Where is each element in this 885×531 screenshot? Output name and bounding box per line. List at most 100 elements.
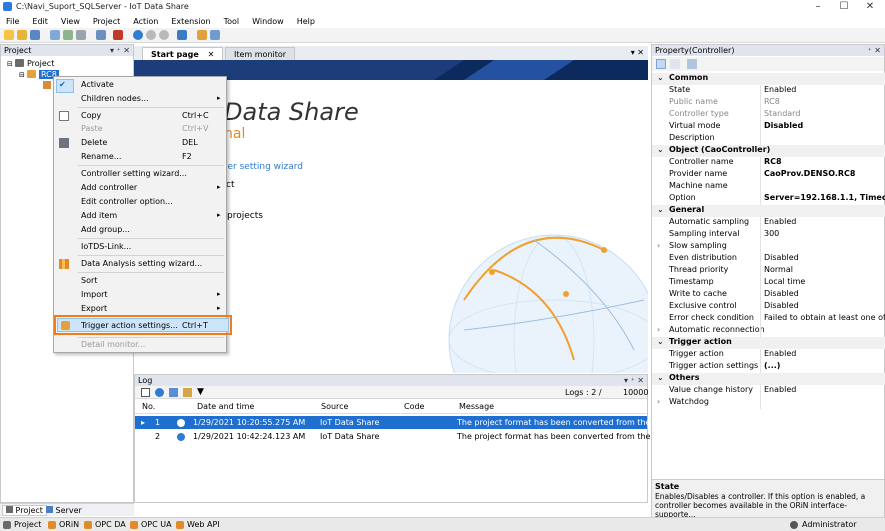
property-value[interactable]: Disabled	[764, 301, 799, 310]
status-orin[interactable]: ORiN	[59, 520, 79, 529]
tab-item-monitor[interactable]: Item monitor	[225, 47, 296, 60]
expand-icon[interactable]: ›	[657, 397, 660, 406]
property-value[interactable]: 300	[764, 229, 779, 238]
menu-project[interactable]: Project	[93, 17, 120, 26]
property-row[interactable]: › Automatic reconnection	[652, 325, 885, 337]
toolbox-icon[interactable]	[113, 30, 123, 40]
menu-item-add-controller[interactable]: Add controller	[81, 183, 137, 192]
collapse-icon[interactable]: ⊟	[19, 71, 25, 79]
col-no[interactable]: No.	[142, 401, 155, 413]
property-pages-icon[interactable]	[687, 59, 697, 69]
expand-icon[interactable]: ›	[657, 241, 660, 250]
property-value[interactable]: Disabled	[764, 253, 799, 262]
wizard-icon[interactable]	[197, 30, 207, 40]
menu-item-rename[interactable]: Rename...	[81, 152, 121, 161]
menu-item-copy[interactable]: Copy	[81, 111, 101, 120]
open-folder-icon[interactable]	[17, 30, 27, 40]
table-row[interactable]: 2 1/29/2021 10:42:24.123 AM IoT Data Sha…	[135, 430, 670, 443]
property-row[interactable]: Write to cache Disabled	[652, 289, 885, 301]
delete-icon[interactable]	[76, 30, 86, 40]
menu-edit[interactable]: Edit	[32, 17, 48, 26]
menu-item-iotds-link[interactable]: IoTDS-Link...	[81, 242, 131, 251]
property-value[interactable]: RC8	[764, 157, 782, 166]
status-opc-ua[interactable]: OPC UA	[141, 520, 172, 529]
property-value[interactable]: Failed to obtain at least one of ite	[764, 313, 885, 322]
log-pane-controls[interactable]: ▾ ⁺ ✕	[624, 375, 644, 386]
property-row[interactable]: Thread priority Normal	[652, 265, 885, 277]
property-category[interactable]: ⌄ Common	[652, 73, 885, 85]
menu-window[interactable]: Window	[252, 17, 284, 26]
menu-item-data-analysis-wizard[interactable]: Data Analysis setting wizard...	[81, 259, 202, 268]
property-value[interactable]: Disabled	[764, 121, 803, 130]
property-row[interactable]: Even distribution Disabled	[652, 253, 885, 265]
category-collapse-icon[interactable]: ⌄	[657, 205, 664, 214]
menu-extension[interactable]: Extension	[171, 17, 210, 26]
minimize-button[interactable]: –	[808, 1, 828, 12]
col-code[interactable]: Code	[404, 401, 424, 413]
property-row[interactable]: Description	[652, 133, 885, 145]
menu-help[interactable]: Help	[297, 17, 315, 26]
property-row[interactable]: Public name RC8	[652, 97, 885, 109]
property-row[interactable]: Machine name	[652, 181, 885, 193]
category-collapse-icon[interactable]: ⌄	[657, 73, 664, 82]
property-row[interactable]: Timestamp Local time	[652, 277, 885, 289]
pause-icon[interactable]	[146, 30, 156, 40]
menu-file[interactable]: File	[6, 17, 19, 26]
alphabetical-icon[interactable]	[670, 59, 680, 69]
property-category[interactable]: ⌄ Trigger action	[652, 337, 885, 349]
menu-item-export[interactable]: Export	[81, 304, 107, 313]
log-view-icon[interactable]	[141, 388, 150, 397]
property-row[interactable]: Trigger action Enabled	[652, 349, 885, 361]
menu-item-delete[interactable]: Delete	[81, 138, 107, 147]
property-value[interactable]: Server=192.168.1.1, Timeout=	[764, 193, 885, 202]
log-save-icon[interactable]	[169, 388, 178, 397]
menu-action[interactable]: Action	[133, 17, 158, 26]
tree-node-project[interactable]: ⊟ Project	[7, 59, 54, 68]
property-row[interactable]: Exclusive control Disabled	[652, 301, 885, 313]
col-source[interactable]: Source	[321, 401, 348, 413]
save-icon[interactable]	[30, 30, 40, 40]
property-value[interactable]: Normal	[764, 265, 793, 274]
property-row[interactable]: Controller name RC8	[652, 157, 885, 169]
start-text-project[interactable]: ct	[226, 180, 234, 190]
tab-close-icon[interactable]: ✕	[208, 50, 215, 59]
property-category[interactable]: ⌄ Others	[652, 373, 885, 385]
property-row[interactable]: Sampling interval 300	[652, 229, 885, 241]
property-category[interactable]: ⌄ General	[652, 205, 885, 217]
property-value[interactable]: Enabled	[764, 85, 796, 94]
property-value[interactable]: RC8	[764, 97, 780, 106]
property-row[interactable]: › Slow sampling	[652, 241, 885, 253]
menu-item-controller-setting-wizard[interactable]: Controller setting wizard...	[81, 169, 187, 178]
menu-item-edit-controller-option[interactable]: Edit controller option...	[81, 197, 173, 206]
menu-item-sort[interactable]: Sort	[81, 276, 97, 285]
close-button[interactable]: ✕	[860, 1, 880, 12]
property-row[interactable]: Value change history Enabled	[652, 385, 885, 397]
category-collapse-icon[interactable]: ⌄	[657, 373, 664, 382]
monitor-icon[interactable]	[177, 30, 187, 40]
property-value[interactable]: Enabled	[764, 349, 796, 358]
tab-project-bottom[interactable]: Project	[2, 505, 47, 516]
property-row[interactable]: › Watchdog	[652, 397, 885, 409]
category-collapse-icon[interactable]: ⌄	[657, 337, 664, 346]
collapse-icon[interactable]: ⊟	[7, 60, 13, 68]
stop-icon[interactable]	[159, 30, 169, 40]
new-project-icon[interactable]	[4, 30, 14, 40]
tab-server-bottom[interactable]: Server	[46, 506, 82, 515]
menu-item-activate[interactable]: Activate	[81, 80, 114, 89]
property-row[interactable]: State Enabled	[652, 85, 885, 97]
property-value[interactable]: CaoProv.DENSO.RC8	[764, 169, 856, 178]
property-row[interactable]: Error check condition Failed to obtain at…	[652, 313, 885, 325]
menu-item-import[interactable]: Import	[81, 290, 108, 299]
property-value[interactable]: Disabled	[764, 289, 799, 298]
tab-controls[interactable]: ▾ ✕	[631, 48, 644, 57]
col-message[interactable]: Message	[459, 401, 494, 413]
menu-item-trigger-action-settings[interactable]: Trigger action settings...	[81, 321, 178, 330]
property-row[interactable]: Controller type Standard	[652, 109, 885, 121]
expand-icon[interactable]: ›	[657, 325, 660, 334]
property-value[interactable]: Enabled	[764, 385, 796, 394]
property-value[interactable]: (...)	[764, 361, 780, 370]
menu-item-add-group[interactable]: Add group...	[81, 225, 130, 234]
menu-item-trigger-action-settings-row[interactable]: Trigger action settings... Ctrl+T	[57, 318, 229, 332]
log-filter-icon[interactable]: ▼	[197, 387, 204, 397]
property-row[interactable]: Option Server=192.168.1.1, Timeout=	[652, 193, 885, 205]
